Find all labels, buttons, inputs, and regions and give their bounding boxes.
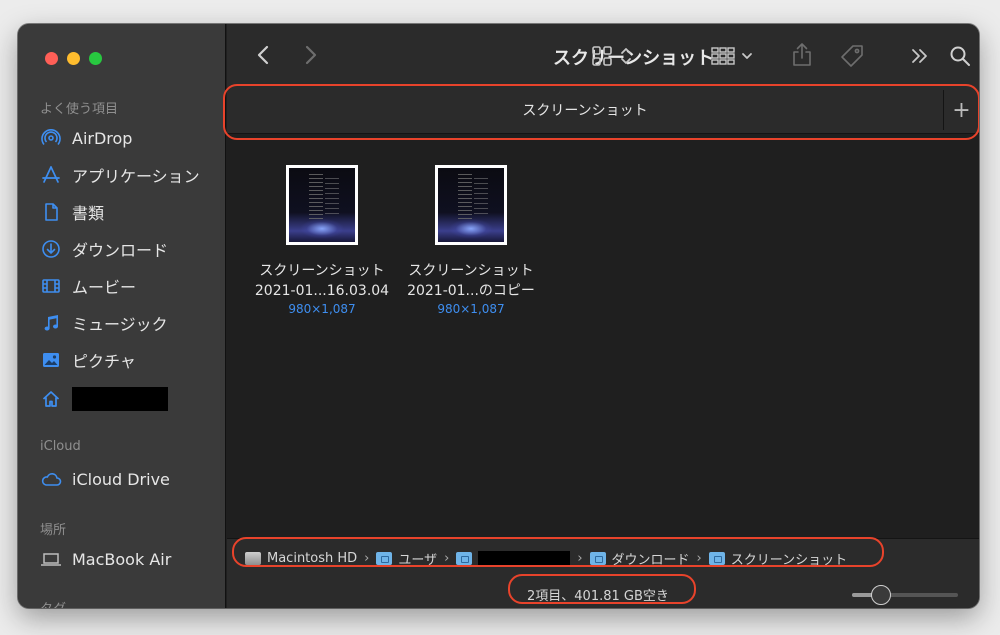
- path-crumb-label: Macintosh HD: [267, 551, 358, 566]
- share-icon: [793, 43, 811, 66]
- sidebar-item-label: iCloud Drive: [72, 469, 170, 489]
- sidebar-item-label: ムービー: [72, 278, 137, 297]
- sidebar-item-label: ダウンロード: [72, 241, 169, 260]
- download-folder-icon: [589, 552, 606, 565]
- section-icloud-label: iCloud: [40, 439, 81, 454]
- group-grid-icon: [711, 47, 735, 65]
- section-favorites-label: よく使う項目: [40, 102, 119, 117]
- sidebar-item-icloud-drive[interactable]: iCloud Drive: [40, 466, 170, 492]
- group-by-button[interactable]: [707, 44, 757, 68]
- cloud-icon: [40, 469, 62, 489]
- file-item[interactable]: スクリーンショット 2021-01...16.03.04 980×1,087: [247, 165, 397, 317]
- document-icon: [40, 202, 62, 222]
- path-separator: ›: [577, 551, 583, 566]
- file-name-line2: 2021-01...16.03.04: [254, 283, 390, 299]
- more-toolbar-button[interactable]: [907, 44, 933, 68]
- path-bar: Macintosh HD › ユーザ › › ダウンロード › スクリーンショッ…: [227, 538, 979, 578]
- path-crumb-downloads[interactable]: ダウンロード: [589, 549, 690, 568]
- airdrop-icon: [40, 128, 62, 148]
- sidebar-item-label: アプリケーション: [72, 167, 200, 186]
- icon-size-slider[interactable]: [852, 585, 958, 605]
- chevron-left-icon: [257, 45, 269, 65]
- file-dimensions: 980×1,087: [288, 302, 356, 316]
- file-thumbnail: [435, 165, 507, 245]
- path-separator: ›: [364, 551, 370, 566]
- file-thumbnail: [286, 165, 358, 245]
- minimize-button[interactable]: [67, 52, 80, 65]
- hard-drive-icon: [245, 552, 261, 565]
- path-crumb-label: ユーザ: [398, 553, 438, 568]
- tag-button[interactable]: [837, 43, 867, 69]
- sidebar-item-label: ピクチャ: [72, 352, 136, 371]
- file-item[interactable]: スクリーンショット 2021-01...のコピー 980×1,087: [396, 165, 546, 317]
- file-name-line1: スクリーンショット: [408, 263, 534, 279]
- sidebar-item-movies[interactable]: ムービー: [40, 273, 136, 299]
- zoom-button[interactable]: [89, 52, 102, 65]
- close-button[interactable]: [45, 52, 58, 65]
- file-name-line2: 2021-01...のコピー: [407, 283, 535, 299]
- section-locations-label: 場所: [40, 523, 67, 538]
- sidebar-item-downloads[interactable]: ダウンロード: [40, 236, 168, 262]
- sidebar-item-pictures[interactable]: ピクチャ: [40, 347, 136, 373]
- tab-screenshots[interactable]: スクリーンショット: [227, 90, 943, 130]
- laptop-icon: [40, 549, 62, 569]
- picture-icon: [40, 350, 62, 370]
- search-button[interactable]: [947, 44, 973, 68]
- tab-bar: スクリーンショット +: [227, 86, 979, 134]
- status-bar: 2項目、401.81 GB空き: [227, 578, 979, 608]
- path-crumb-label: ダウンロード: [611, 553, 690, 568]
- folder-icon: [376, 552, 393, 565]
- path-crumb-users[interactable]: ユーザ: [376, 549, 437, 568]
- window-controls: [45, 52, 102, 65]
- section-tags-label: タグ: [40, 598, 66, 608]
- path-crumb-macintosh-hd[interactable]: Macintosh HD: [245, 551, 357, 566]
- status-text: 2項目、401.81 GB空き: [527, 589, 669, 604]
- sidebar-item-macbook-air[interactable]: MacBook Air: [40, 546, 171, 572]
- path-separator: ›: [444, 551, 450, 566]
- file-name-line1: スクリーンショット: [259, 263, 385, 279]
- finder-window: よく使う項目 AirDrop アプリケーション 書類 ダウンロード ムービー ミ…: [18, 24, 979, 608]
- new-tab-button[interactable]: +: [943, 90, 979, 130]
- film-icon: [40, 276, 62, 296]
- sidebar-item-airdrop[interactable]: AirDrop: [40, 125, 132, 151]
- view-mode-button[interactable]: [589, 44, 635, 68]
- redacted-username: [478, 550, 571, 567]
- search-icon: [950, 46, 970, 66]
- file-dimensions: 980×1,087: [437, 302, 505, 316]
- back-button[interactable]: [253, 44, 273, 66]
- chevron-down-icon: [742, 53, 752, 59]
- sidebar: よく使う項目 AirDrop アプリケーション 書類 ダウンロード ムービー ミ…: [18, 24, 226, 608]
- plus-icon: +: [952, 97, 971, 123]
- path-crumb-label: スクリーンショット: [730, 553, 848, 568]
- download-icon: [40, 239, 62, 259]
- sidebar-item-label: AirDrop: [72, 128, 133, 148]
- forward-button[interactable]: [301, 44, 321, 66]
- home-icon: [40, 389, 62, 409]
- sidebar-item-label: ミュージック: [72, 315, 168, 334]
- applications-icon: [40, 165, 62, 185]
- sidebar-item-label: 書類: [72, 204, 105, 223]
- icon-grid-icon: [592, 46, 612, 66]
- tag-icon: [841, 45, 863, 67]
- sidebar-item-label: MacBook Air: [72, 549, 172, 569]
- toolbar: スクリーンショット: [227, 24, 979, 86]
- sidebar-item-documents[interactable]: 書類: [40, 199, 104, 225]
- sidebar-item-applications[interactable]: アプリケーション: [40, 162, 200, 188]
- sidebar-item-home[interactable]: [40, 386, 168, 412]
- chevron-updown-icon: [621, 48, 631, 64]
- sidebar-item-music[interactable]: ミュージック: [40, 310, 168, 336]
- path-crumb-home[interactable]: [456, 550, 571, 567]
- file-area: スクリーンショット 2021-01...16.03.04 980×1,087 ス…: [227, 135, 979, 538]
- chevron-right-icon: [305, 45, 317, 65]
- home-folder-icon: [456, 552, 473, 565]
- share-button[interactable]: [787, 41, 817, 69]
- path-crumb-screenshots[interactable]: スクリーンショット: [708, 549, 848, 568]
- double-chevron-right-icon: [912, 49, 927, 63]
- path-separator: ›: [696, 551, 702, 566]
- redacted-username: [72, 387, 168, 411]
- tab-label: スクリーンショット: [522, 103, 648, 119]
- folder-icon: [708, 552, 725, 565]
- icon-size-slider-knob[interactable]: [871, 585, 891, 605]
- music-note-icon: [40, 313, 62, 333]
